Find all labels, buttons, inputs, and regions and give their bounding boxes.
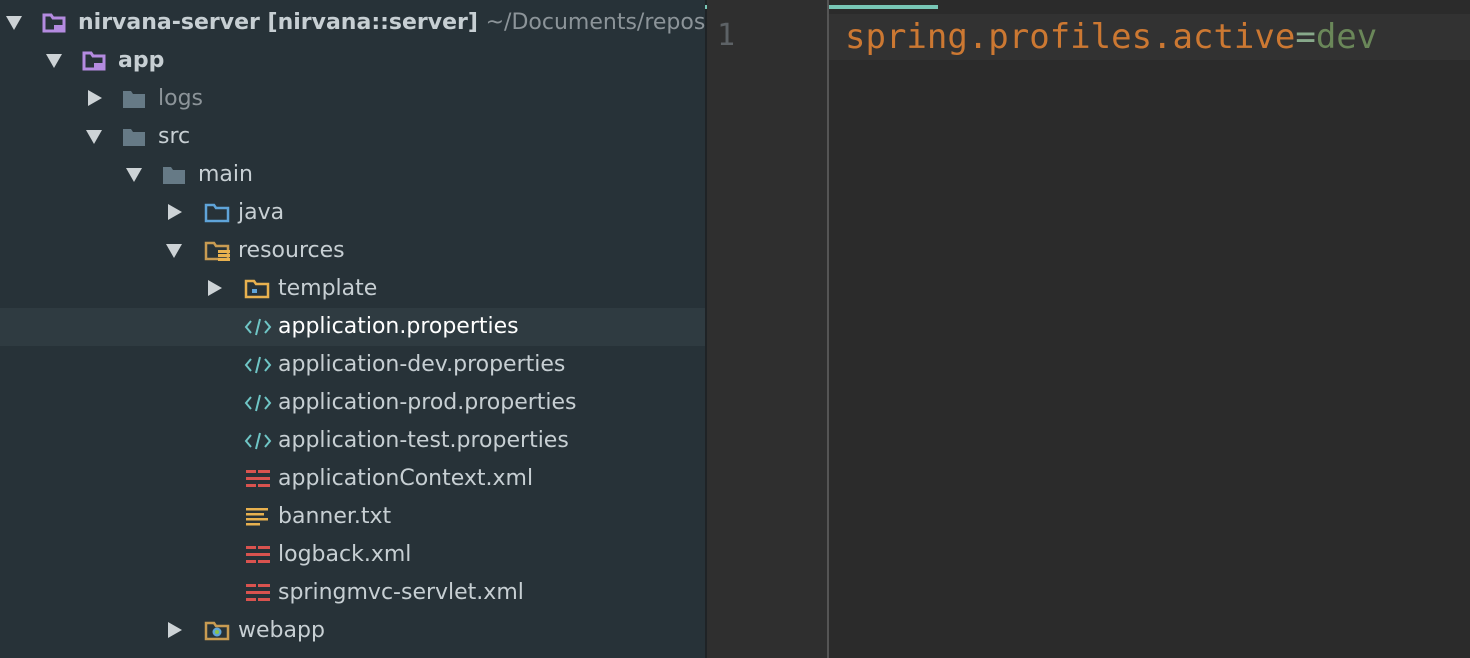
tree-row-src[interactable]: src <box>0 118 705 156</box>
folder-icon <box>162 164 186 186</box>
collapse-arrow-icon[interactable] <box>168 204 182 220</box>
project-tree: nirvana-server [nirvana::server] ~/Docum… <box>0 0 705 658</box>
tree-item-label: resources <box>238 238 345 263</box>
web-folder-icon <box>204 620 230 642</box>
tree-root-label: nirvana-server [nirvana::server] ~/Docum… <box>78 10 705 36</box>
folder-icon <box>122 88 146 110</box>
editor-gutter: 1 <box>707 0 829 658</box>
tree-row-springmvc-servlet-xml[interactable]: springmvc-servlet.xml <box>0 574 705 612</box>
tree-row-template[interactable]: template <box>0 270 705 308</box>
tree-item-label: application.properties <box>278 314 519 339</box>
xml-file-icon <box>246 468 270 490</box>
tree-row-application-properties[interactable]: application.properties <box>0 308 705 346</box>
tree-item-label: springmvc-servlet.xml <box>278 580 524 605</box>
tree-row-application-prod-properties[interactable]: application-prod.properties <box>0 384 705 422</box>
source-folder-icon <box>204 202 230 224</box>
tree-item-label: application-dev.properties <box>278 352 566 377</box>
tree-row-banner-txt[interactable]: banner.txt <box>0 498 705 536</box>
tree-row-main[interactable]: main <box>0 156 705 194</box>
tree-row-logs[interactable]: logs <box>0 80 705 118</box>
tree-item-label: banner.txt <box>278 504 392 529</box>
expand-arrow-icon[interactable] <box>6 16 22 30</box>
properties-file-icon <box>244 354 272 376</box>
module-icon <box>82 50 106 72</box>
folder-icon <box>122 126 146 148</box>
collapse-arrow-icon[interactable] <box>208 280 222 296</box>
tree-item-label: application-prod.properties <box>278 390 577 415</box>
code-line[interactable]: spring.profiles.active=dev <box>845 14 1377 60</box>
tree-item-label: application-test.properties <box>278 428 569 453</box>
tree-row-logback-xml[interactable]: logback.xml <box>0 536 705 574</box>
tree-row-app[interactable]: app <box>0 42 705 80</box>
collapse-arrow-icon[interactable] <box>88 90 102 106</box>
tree-item-label: applicationContext.xml <box>278 466 534 491</box>
property-value: dev <box>1315 17 1378 57</box>
expand-arrow-icon[interactable] <box>86 130 102 144</box>
properties-file-icon <box>244 430 272 452</box>
property-key: spring.profiles.active <box>845 17 1296 57</box>
expand-arrow-icon[interactable] <box>166 244 182 258</box>
text-file-icon <box>246 506 270 528</box>
tree-row-resources[interactable]: resources <box>0 232 705 270</box>
line-number: 1 <box>717 18 736 53</box>
tree-item-label: app <box>118 48 165 73</box>
tree-item-label: template <box>278 276 378 301</box>
expand-arrow-icon[interactable] <box>46 54 62 68</box>
gutter-separator <box>827 0 829 658</box>
tree-row-application-dev-properties[interactable]: application-dev.properties <box>0 346 705 384</box>
property-separator: = <box>1295 17 1316 57</box>
properties-file-icon <box>244 392 272 414</box>
tree-row-application-test-properties[interactable]: application-test.properties <box>0 422 705 460</box>
tree-row-webapp[interactable]: webapp <box>0 612 705 650</box>
project-path: ~/Documents/reposi <box>485 10 705 35</box>
collapse-arrow-icon[interactable] <box>168 622 182 638</box>
xml-file-icon <box>246 582 270 604</box>
tree-item-label: java <box>238 200 285 225</box>
properties-file-icon <box>244 316 272 338</box>
tree-item-label: logs <box>158 86 203 111</box>
expand-arrow-icon[interactable] <box>126 168 142 182</box>
tree-row-java[interactable]: java <box>0 194 705 232</box>
tree-item-label: logback.xml <box>278 542 412 567</box>
tree-row-root[interactable]: nirvana-server [nirvana::server] ~/Docum… <box>0 4 705 42</box>
template-folder-icon <box>244 278 270 300</box>
code-editor[interactable]: 1 spring.profiles.active=dev <box>705 0 1470 658</box>
resources-folder-icon <box>204 240 230 262</box>
tree-item-label: src <box>158 124 191 149</box>
tree-item-label: webapp <box>238 618 325 643</box>
xml-file-icon <box>246 544 270 566</box>
tree-row-applicationcontext-xml[interactable]: applicationContext.xml <box>0 460 705 498</box>
module-icon <box>42 12 66 34</box>
tree-item-label: main <box>198 162 253 187</box>
